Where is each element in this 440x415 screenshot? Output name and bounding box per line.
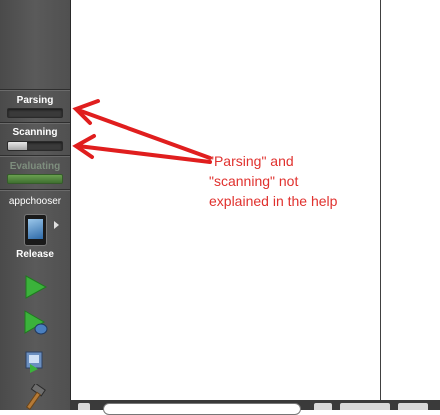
arrow-to-scanning — [76, 144, 212, 164]
output-pane-button[interactable] — [398, 403, 428, 410]
build-preview-icon[interactable] — [22, 350, 46, 374]
parsing-progress-bar — [7, 108, 63, 118]
mode-sidebar: Parsing Scanning Evaluating appchooser R… — [0, 0, 71, 410]
scanning-progress-fill — [8, 142, 27, 150]
evaluating-progress-fill — [8, 175, 62, 183]
device-icon[interactable] — [24, 214, 47, 246]
output-pane-button[interactable] — [314, 403, 332, 410]
evaluating-progress-bar — [7, 174, 63, 184]
annotation-arrows — [72, 99, 212, 164]
output-pane-button[interactable] — [340, 403, 390, 410]
sidebar-separator — [0, 189, 70, 190]
build-config-label[interactable]: Release — [0, 249, 70, 260]
locator-search-input[interactable] — [103, 403, 301, 415]
project-kit-label[interactable]: appchooser — [0, 196, 70, 207]
arrow-to-parsing — [76, 108, 212, 160]
annotation-note: "Parsing" and "scanning" not explained i… — [209, 151, 409, 211]
sidebar-separator — [0, 89, 70, 90]
debug-run-icon[interactable] — [22, 309, 50, 337]
annotation-line: "Parsing" and — [209, 153, 294, 169]
chevron-right-icon[interactable] — [54, 221, 59, 229]
annotation-line: explained in the help — [209, 193, 338, 209]
run-icon[interactable] — [22, 274, 48, 300]
annotation-line: "scanning" not — [209, 173, 299, 189]
sidebar-toggle-button[interactable] — [78, 403, 90, 410]
build-hammer-icon[interactable] — [22, 384, 48, 410]
scanning-progress-bar — [7, 141, 63, 151]
